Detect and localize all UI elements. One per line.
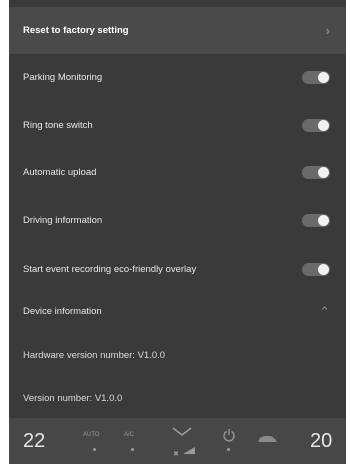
setting-label: Ring tone switch xyxy=(23,120,93,131)
setting-row-ring-tone: Ring tone switch xyxy=(9,102,346,149)
hardware-version-text: Hardware version number: V1.0.0 xyxy=(23,350,166,361)
toggle-knob xyxy=(318,215,329,226)
left-temperature[interactable]: 22 xyxy=(23,430,45,453)
chevron-up-icon: ⌃ xyxy=(319,303,330,319)
hardware-version-row: Hardware version number: V1.0.0 xyxy=(9,332,346,379)
setting-row-parking-monitoring: Parking Monitoring xyxy=(9,54,346,101)
version-row: Version number: V1.0.0 xyxy=(9,375,346,422)
automatic-upload-toggle[interactable] xyxy=(302,166,330,179)
power-icon[interactable] xyxy=(222,428,236,442)
setting-label: Start event recording eco-friendly overl… xyxy=(23,264,197,275)
ac-indicator xyxy=(131,448,134,451)
eco-overlay-toggle[interactable] xyxy=(302,263,330,276)
setting-label: Automatic upload xyxy=(23,167,97,178)
power-indicator xyxy=(227,448,230,451)
setting-row-driving-info: Driving information xyxy=(9,197,346,244)
setting-row-eco-overlay: Start event recording eco-friendly overl… xyxy=(9,246,346,293)
driving-info-toggle[interactable] xyxy=(302,214,330,227)
parking-monitoring-toggle[interactable] xyxy=(302,71,330,84)
car-recirculation-icon[interactable] xyxy=(256,433,278,445)
toggle-knob xyxy=(318,72,329,83)
right-temperature[interactable]: 20 xyxy=(310,430,332,453)
toggle-knob xyxy=(318,167,329,178)
climate-dock: 22 AUTO A/C ✖ 20 xyxy=(9,418,346,464)
device-info-label: Device information xyxy=(23,306,102,317)
chevron-right-icon: › xyxy=(325,23,330,38)
setting-row-automatic-upload: Automatic upload xyxy=(9,149,346,196)
auto-indicator xyxy=(93,448,96,451)
reset-factory-label: Reset to factory setting xyxy=(23,25,129,36)
version-text: Version number: V1.0.0 xyxy=(23,393,123,404)
auto-button[interactable]: AUTO xyxy=(83,432,100,438)
toggle-knob xyxy=(318,264,329,275)
setting-label: Driving information xyxy=(23,215,103,226)
toggle-knob xyxy=(318,120,329,131)
ring-tone-toggle[interactable] xyxy=(302,119,330,132)
setting-label: Parking Monitoring xyxy=(23,72,103,83)
airflow-icon[interactable]: ✖ xyxy=(164,424,204,460)
ac-button[interactable]: A/C xyxy=(124,432,134,438)
reset-factory-row[interactable]: Reset to factory setting › xyxy=(9,7,346,54)
device-info-row[interactable]: Device information ⌃ xyxy=(9,288,346,335)
svg-text:✖: ✖ xyxy=(173,450,179,458)
settings-screen: Reset to factory setting › Parking Monit… xyxy=(9,0,346,464)
